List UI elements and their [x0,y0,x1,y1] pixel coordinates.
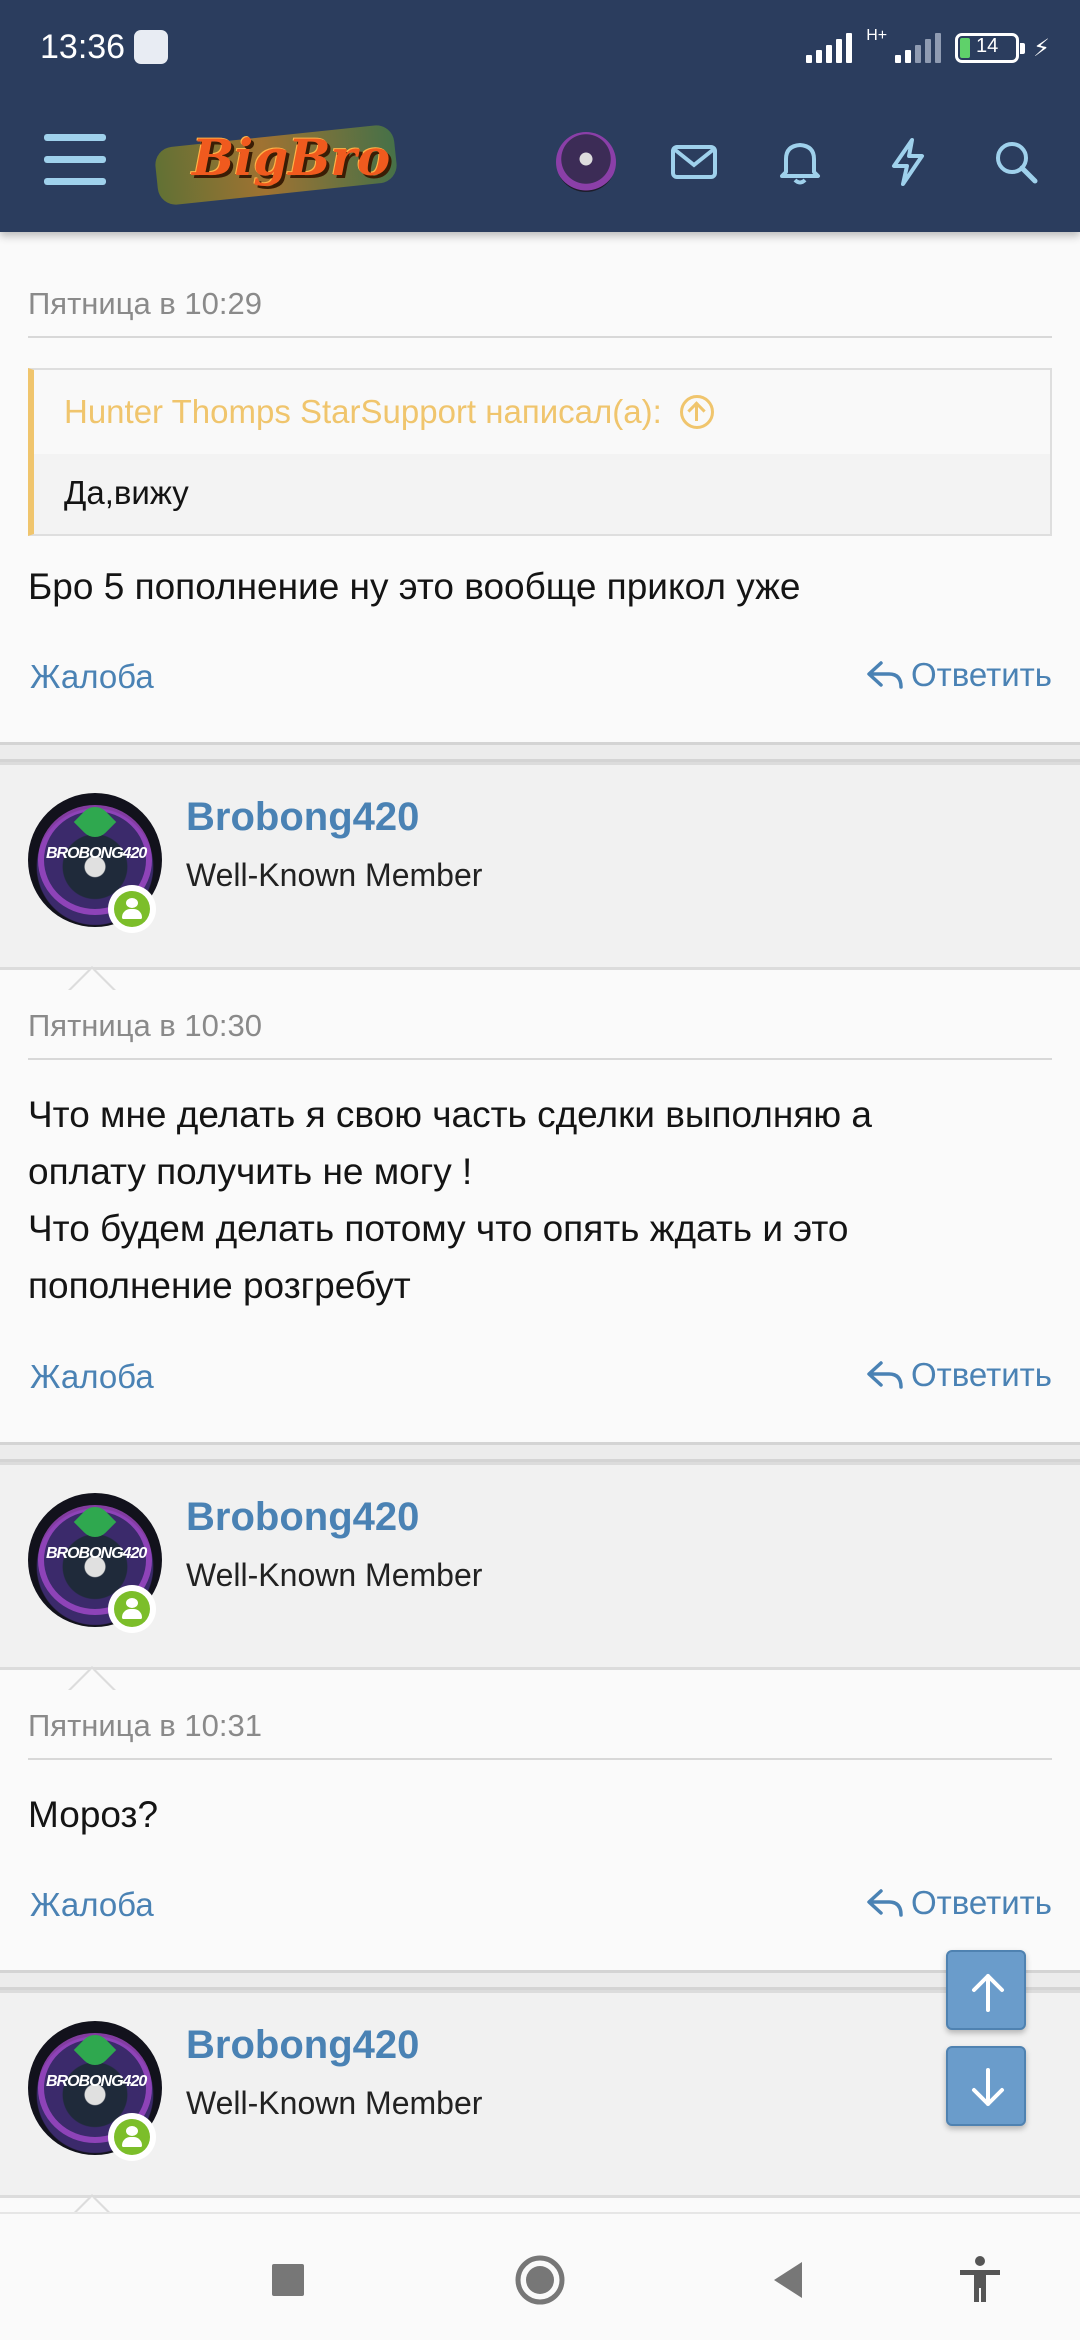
status-indicators: H+ 14 ⚡ [806,26,1050,70]
battery-icon: 14 [955,33,1026,63]
post-message: Бро 5 пополнение ну это вообще прикол уж… [28,566,801,607]
quote-author[interactable]: Hunter Thomps StarSupport написал(а): [64,393,662,431]
reply-label: Ответить [910,656,1052,693]
user-avatar[interactable] [556,132,616,192]
system-nav-bar [0,2212,1080,2340]
report-link[interactable]: Жалоба [30,1886,154,1924]
quote-text: Да,вижу [64,474,189,511]
logo-text: BigBro [192,128,391,187]
message-line: пополнение розгребут [28,1265,411,1306]
reply-arrow-icon [867,1361,903,1389]
author-name[interactable]: Brobong420 [186,2023,419,2068]
search-icon[interactable] [988,134,1044,190]
post-divider [0,742,1080,762]
battery-level: 14 [976,35,999,57]
post-2-date: Пятница в 10:30 [28,1008,1052,1060]
back-icon[interactable] [762,2254,814,2306]
network-type: H+ [866,27,888,44]
reply-arrow-icon [867,1889,903,1917]
reply-button[interactable]: Ответить [865,1884,1052,1922]
author-pointer [70,969,114,991]
author-pointer [70,1669,114,1691]
quote-header[interactable]: Hunter Thomps StarSupport написал(а): [34,370,1050,454]
accessibility-icon[interactable] [954,2254,1006,2306]
report-link[interactable]: Жалоба [30,658,154,696]
signal-icon [806,33,853,63]
arrow-up-icon [972,1974,1004,2012]
avatar-tag: BROBONG420 [46,1545,147,1562]
message-line: Что мне делать я свою часть сделки выпол… [28,1094,872,1135]
message-line: оплату получить не могу ! [28,1151,473,1192]
online-status-icon [108,2113,156,2161]
site-logo[interactable]: BigBro [153,110,399,218]
app-root: 13:36 H+ 14 ⚡ BigBro Пятница в 10:29 Hun… [0,0,1080,2340]
home-icon[interactable] [514,2254,566,2306]
reply-arrow-icon [867,661,903,689]
status-time: 13:36 [40,28,126,66]
reply-label: Ответить [910,1884,1052,1921]
post-divider [0,1970,1080,1990]
quote-jump-icon[interactable] [679,395,714,429]
post-4-author: BROBONG420 Brobong420 Well-Known Member [0,1990,1080,2219]
post-message: Что мне делать я свою часть сделки выпол… [28,1086,1052,1314]
reply-button[interactable]: Ответить [865,1356,1052,1394]
scroll-bottom-button[interactable] [946,2046,1026,2126]
status-bar: 13:36 H+ 14 ⚡ [0,0,1080,96]
bell-icon[interactable] [772,134,828,190]
report-link[interactable]: Жалоба [30,1358,154,1396]
scroll-top-button[interactable] [946,1950,1026,2030]
online-status-icon [108,1585,156,1633]
post-3-date: Пятница в 10:31 [28,1708,1052,1760]
arrow-down-icon [972,2068,1004,2106]
hamburger-icon[interactable] [44,134,106,186]
reply-button[interactable]: Ответить [865,656,1052,694]
reply-label: Ответить [910,1356,1052,1393]
signal-icon-secondary [895,33,942,63]
author-title: Well-Known Member [186,2085,483,2121]
charging-icon: ⚡ [1033,34,1050,62]
envelope-icon[interactable] [666,134,722,190]
avatar-tag: BROBONG420 [46,2073,147,2090]
notification-icon [134,30,168,64]
bolt-icon[interactable] [880,134,936,190]
post-3-author: BROBONG420 Brobong420 Well-Known Member [0,1462,1080,1691]
author-title: Well-Known Member [186,1557,483,1593]
online-status-icon [108,885,156,933]
top-header: 13:36 H+ 14 ⚡ BigBro [0,0,1080,232]
post-1-date: Пятница в 10:29 [28,286,1052,338]
avatar-tag: BROBONG420 [46,845,147,862]
quote-block: Hunter Thomps StarSupport написал(а): Да… [28,368,1052,536]
post-2-author: BROBONG420 Brobong420 Well-Known Member [0,762,1080,991]
author-name[interactable]: Brobong420 [186,795,419,840]
site-nav: BigBro [0,96,1080,232]
post-divider [0,1442,1080,1462]
recents-icon[interactable] [262,2254,314,2306]
author-name[interactable]: Brobong420 [186,1495,419,1540]
author-title: Well-Known Member [186,857,483,893]
message-line: Что будем делать потому что опять ждать … [28,1208,849,1249]
post-message: Мороз? [28,1794,159,1835]
